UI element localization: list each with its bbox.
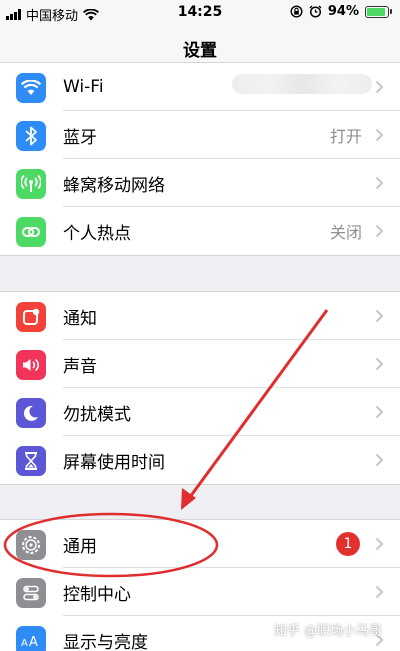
watermark-text: 知乎 @职场小马哥 (273, 624, 382, 639)
red-annotation-overlay (3, 309, 329, 578)
annotation-arrow-line (188, 309, 329, 498)
annotation-ellipse (3, 512, 219, 578)
